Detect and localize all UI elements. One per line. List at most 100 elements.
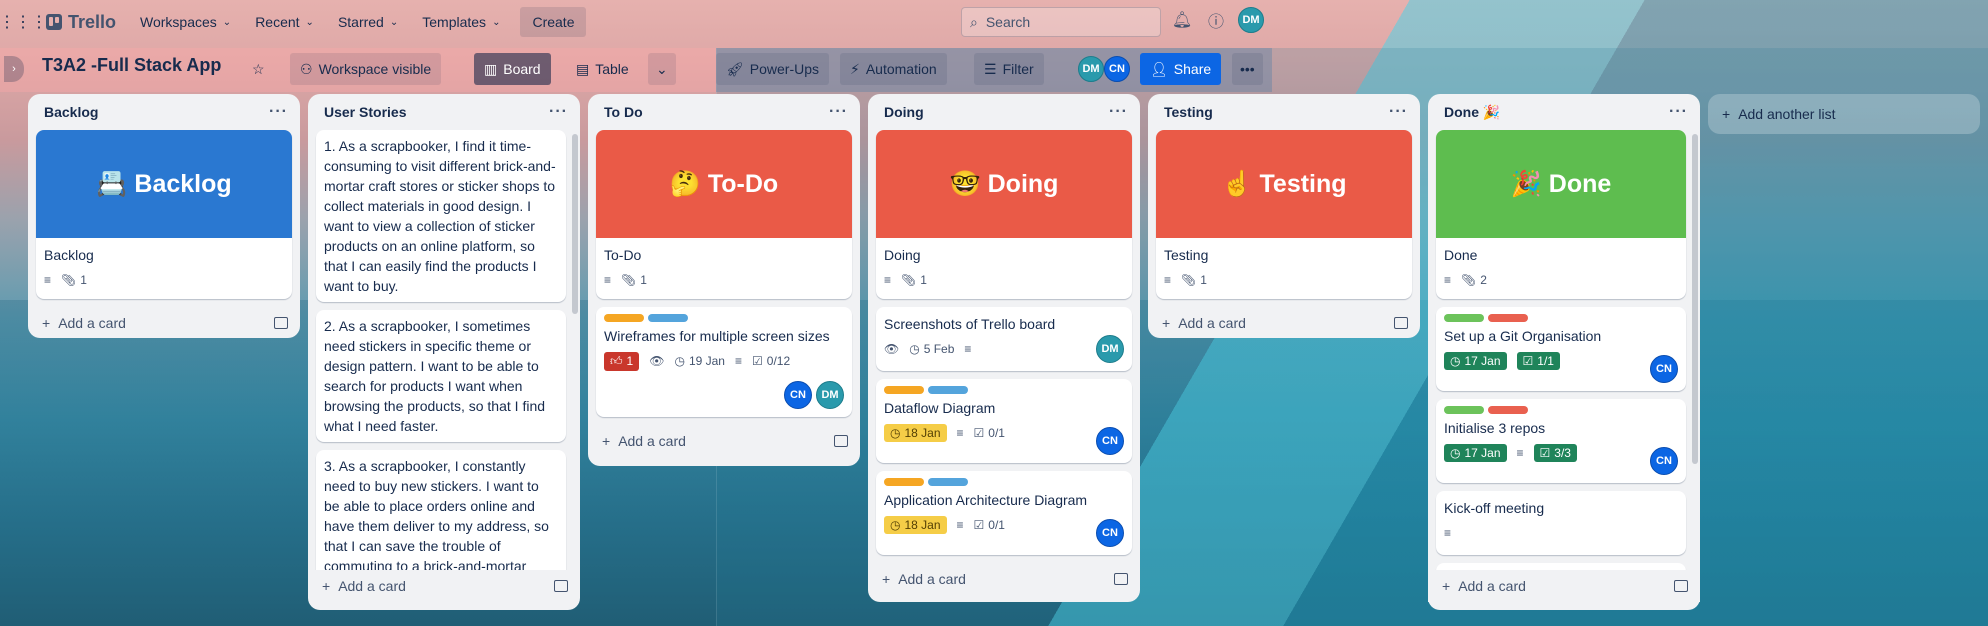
list-menu-icon[interactable]: ··· xyxy=(829,103,848,121)
visibility-button[interactable]: ⚇ Workspace visible xyxy=(290,53,442,85)
checklist-badge: ☑ 1/1 xyxy=(1516,352,1560,370)
member-avatar[interactable]: CN xyxy=(1104,56,1130,82)
share-button[interactable]: 👤︎ Share xyxy=(1140,53,1222,85)
clock-icon: ◷ xyxy=(909,342,920,356)
list-title[interactable]: User Stories xyxy=(324,104,406,120)
card-story-1[interactable]: 1. As a scrapbooker, I find it time-cons… xyxy=(316,130,566,302)
add-list-button[interactable]: + Add another list xyxy=(1708,94,1980,134)
list-menu-icon[interactable]: ··· xyxy=(1669,103,1688,121)
list-menu-icon[interactable]: ··· xyxy=(1389,103,1408,121)
card-doing[interactable]: 🤓 Doing Doing ≡ 📎︎ 1 xyxy=(876,130,1132,299)
due-date-badge: ◷ 18 Jan xyxy=(884,516,947,534)
add-person-icon: 👤︎ xyxy=(1150,60,1168,77)
attachment-count: 1 xyxy=(920,273,927,287)
card-architecture[interactable]: Application Architecture Diagram ◷ 18 Jan… xyxy=(876,471,1132,555)
board-title[interactable]: T3A2 -Full Stack App xyxy=(42,55,221,76)
list-menu-icon[interactable]: ··· xyxy=(269,103,288,121)
template-icon[interactable] xyxy=(834,435,848,447)
card-testing[interactable]: ☝️ Testing Testing ≡ 📎︎ 1 xyxy=(1156,130,1412,299)
card-kickoff[interactable]: Kick-off meeting ≡ xyxy=(1436,491,1686,555)
board-view-tab[interactable]: ▥ Board xyxy=(474,53,551,85)
card-backlog[interactable]: 📇 Backlog Backlog ≡ 📎︎ 1 xyxy=(36,130,292,299)
add-card-button[interactable]: + Add a card xyxy=(28,307,300,339)
app-switcher-icon[interactable]: ⋮⋮⋮ xyxy=(0,7,47,37)
due-date-badge: ◷ 5 Feb xyxy=(909,342,954,356)
member-avatar[interactable]: DM xyxy=(1078,56,1104,82)
card-partial[interactable] xyxy=(1436,563,1686,570)
tab-label: Board xyxy=(503,61,541,77)
card-dataflow[interactable]: Dataflow Diagram ◷ 18 Jan ≡ ☑ 0/1 CN xyxy=(876,379,1132,463)
plus-icon: + xyxy=(1722,106,1731,122)
list-title[interactable]: Doing xyxy=(884,104,924,120)
attachment-count: 1 xyxy=(80,273,87,287)
card-init-repos[interactable]: Initialise 3 repos ◷ 17 Jan ≡ ☑ 3/3 CN xyxy=(1436,399,1686,483)
card-title: Testing xyxy=(1164,247,1209,263)
recent-menu[interactable]: Recent ⌄ xyxy=(245,7,324,37)
member-avatar[interactable]: CN xyxy=(784,381,812,409)
card-story-2[interactable]: 2. As a scrapbooker, I sometimes need st… xyxy=(316,310,566,442)
card-git-org[interactable]: Set up a Git Organisation ◷ 17 Jan ☑ 1/1 C… xyxy=(1436,307,1686,391)
member-avatar[interactable]: CN xyxy=(1096,427,1124,455)
card-story-3[interactable]: 3. As a scrapbooker, I constantly need t… xyxy=(316,450,566,570)
list-title[interactable]: To Do xyxy=(604,104,643,120)
member-avatar[interactable]: CN xyxy=(1096,519,1124,547)
card-todo[interactable]: 🤔 To-Do To-Do ≡ 📎︎ 1 xyxy=(596,130,852,299)
help-icon[interactable]: ⓘ xyxy=(1204,8,1228,32)
table-icon: ▤ xyxy=(576,60,590,77)
star-button[interactable]: ☆ xyxy=(244,53,273,85)
rocket-icon: 🚀︎ xyxy=(726,60,744,77)
clock-icon: ◷ xyxy=(890,518,901,532)
template-icon[interactable] xyxy=(554,580,568,592)
template-icon[interactable] xyxy=(1114,573,1128,585)
paperclip-icon: 📎︎ xyxy=(1181,273,1197,287)
powerups-button[interactable]: 🚀︎ Power-Ups xyxy=(716,53,830,85)
attachment-badge: 📎︎ 1 xyxy=(901,273,927,287)
trello-logo[interactable]: Trello xyxy=(42,12,126,33)
card-title: Backlog xyxy=(44,247,94,263)
template-icon[interactable] xyxy=(274,317,288,329)
templates-menu[interactable]: Templates ⌄ xyxy=(412,7,510,37)
card-cover: ☝️ Testing xyxy=(1156,130,1412,238)
automation-button[interactable]: ⚡︎ Automation xyxy=(840,53,947,85)
add-list-label: Add another list xyxy=(1738,106,1836,122)
list-title[interactable]: Testing xyxy=(1164,104,1213,120)
checklist-badge: ☑ 3/3 xyxy=(1533,444,1577,462)
card-title: Application Architecture Diagram xyxy=(884,492,1088,508)
member-avatar[interactable]: CN xyxy=(1650,447,1678,475)
list-title[interactable]: Backlog xyxy=(44,104,98,120)
add-card-label: Add a card xyxy=(898,571,966,587)
account-avatar[interactable]: DM xyxy=(1238,7,1264,33)
card-done[interactable]: 🎉 Done Done ≡ 📎︎ 2 xyxy=(1436,130,1686,299)
table-view-tab[interactable]: ▤ Table xyxy=(566,53,639,85)
member-avatar[interactable]: CN xyxy=(1650,355,1678,383)
template-icon[interactable] xyxy=(1394,317,1408,329)
card-title: Done xyxy=(1444,247,1478,263)
workspaces-menu[interactable]: Workspaces ⌄ xyxy=(130,7,241,37)
search-input[interactable]: ⌕ Search xyxy=(961,7,1161,37)
add-card-button[interactable]: + Add a card xyxy=(588,425,860,457)
filter-button[interactable]: ☰ Filter xyxy=(974,53,1044,85)
template-icon[interactable] xyxy=(1674,580,1688,592)
add-card-button[interactable]: + Add a card xyxy=(1148,307,1420,339)
plus-icon: + xyxy=(1162,315,1171,331)
create-button[interactable]: Create xyxy=(520,7,587,37)
views-dropdown[interactable]: ⌄ xyxy=(648,53,676,85)
add-card-button[interactable]: + Add a card xyxy=(868,563,1140,595)
list-menu-icon[interactable]: ··· xyxy=(549,103,568,121)
card-screenshots[interactable]: Screenshots of Trello board 👁︎ ◷ 5 Feb ≡ … xyxy=(876,307,1132,371)
list-scrollbar[interactable] xyxy=(1692,134,1698,464)
member-avatar[interactable]: DM xyxy=(816,381,844,409)
notifications-icon[interactable]: 🔔︎ xyxy=(1170,8,1194,32)
list-title[interactable]: Done 🎉 xyxy=(1444,104,1500,121)
add-card-button[interactable]: + Add a card xyxy=(1428,570,1700,602)
add-card-button[interactable]: + Add a card xyxy=(308,570,580,602)
list-menu-icon[interactable]: ··· xyxy=(1109,103,1128,121)
starred-menu[interactable]: Starred ⌄ xyxy=(328,7,408,37)
add-card-label: Add a card xyxy=(338,578,406,594)
chevron-down-icon: ⌄ xyxy=(222,16,232,28)
board-menu-button[interactable]: ••• xyxy=(1232,53,1263,85)
card-wireframes[interactable]: Wireframes for multiple screen sizes 👍︎ 1… xyxy=(596,307,852,417)
list-scrollbar[interactable] xyxy=(572,134,578,314)
clock-icon: ◷ xyxy=(890,426,901,440)
member-avatar[interactable]: DM xyxy=(1096,335,1124,363)
